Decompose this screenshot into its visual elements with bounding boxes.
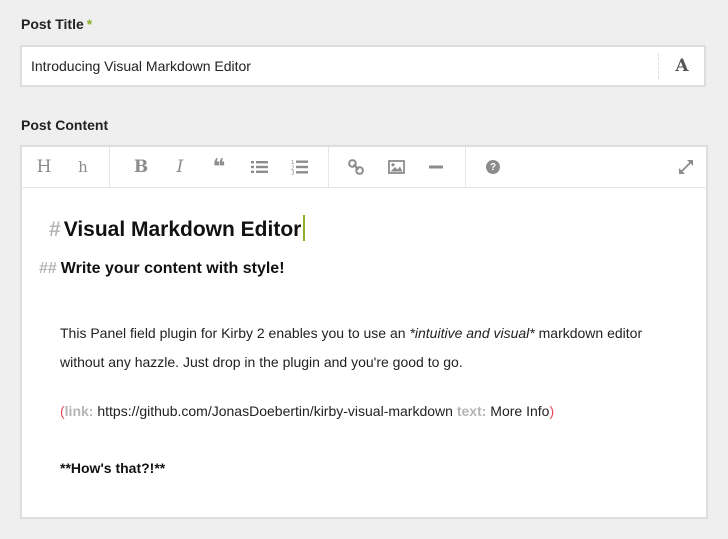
paragraph: This Panel field plugin for Kirby 2 enab… bbox=[60, 319, 670, 377]
post-content-label: Post Content bbox=[21, 117, 108, 133]
svg-text:3: 3 bbox=[291, 171, 295, 175]
expand-icon bbox=[679, 160, 693, 174]
link-tag-line: (link: https://github.com/JonasDoebertin… bbox=[60, 403, 554, 419]
help-icon: ? bbox=[486, 160, 500, 174]
heading-1-marker: # bbox=[49, 218, 61, 241]
heading-2-text: Write your content with style! bbox=[60, 260, 285, 277]
post-content-label-text: Post Content bbox=[21, 117, 109, 133]
bold-button[interactable]: B bbox=[126, 147, 156, 187]
heading-1-button[interactable]: H bbox=[29, 147, 59, 187]
horizontal-rule-button[interactable] bbox=[421, 147, 451, 187]
link-tag-close: ) bbox=[549, 403, 555, 419]
link-button[interactable] bbox=[341, 147, 371, 187]
link-tag-text-key: text: bbox=[456, 403, 487, 419]
image-icon bbox=[387, 160, 405, 174]
toolbar-separator bbox=[109, 147, 110, 187]
required-marker: * bbox=[86, 16, 93, 32]
ordered-list-button[interactable]: 1 2 3 bbox=[284, 147, 314, 187]
horizontal-rule-icon bbox=[429, 165, 443, 169]
paragraph-text-before: This Panel field plugin for Kirby 2 enab… bbox=[60, 325, 410, 341]
paragraph-emphasis: *intuitive and visual* bbox=[409, 325, 535, 341]
heading-1-line: # Visual Markdown Editor bbox=[49, 215, 306, 242]
heading-2-marker: ## bbox=[39, 260, 57, 277]
unordered-list-icon bbox=[250, 161, 268, 173]
image-button[interactable] bbox=[381, 147, 411, 187]
link-tag-link-key: link: bbox=[64, 403, 94, 419]
italic-button[interactable]: I bbox=[165, 147, 195, 187]
font-icon: A bbox=[675, 56, 689, 76]
help-button[interactable]: ? bbox=[478, 147, 508, 187]
heading-2-button[interactable]: h bbox=[68, 147, 98, 187]
link-tag-text: More Info bbox=[490, 403, 550, 419]
heading-2-line: ## Write your content with style! bbox=[39, 260, 285, 278]
blockquote-button[interactable]: ❝ bbox=[204, 147, 234, 187]
unordered-list-button[interactable] bbox=[244, 147, 274, 187]
ordered-list-icon: 1 2 3 bbox=[291, 160, 308, 175]
strong-text-line: **How's that?!** bbox=[60, 460, 166, 476]
post-title-label: Post Title * bbox=[21, 16, 92, 32]
post-title-field: A bbox=[20, 45, 706, 87]
heading-1-text: Visual Markdown Editor bbox=[63, 218, 302, 241]
text-cursor bbox=[303, 215, 306, 241]
post-title-label-text: Post Title bbox=[21, 16, 84, 32]
toolbar-separator bbox=[328, 147, 329, 187]
editor-toolbar: H h B I ❝ 1 2 3 ? bbox=[22, 147, 706, 188]
fullscreen-button[interactable] bbox=[671, 147, 701, 187]
post-title-input[interactable] bbox=[22, 47, 658, 85]
link-tag-url: https://github.com/JonasDoebertin/kirby-… bbox=[97, 403, 453, 419]
markdown-editor: H h B I ❝ 1 2 3 ? # Visual Markdown Edit… bbox=[20, 145, 708, 519]
toolbar-separator bbox=[465, 147, 466, 187]
link-icon bbox=[348, 159, 364, 175]
